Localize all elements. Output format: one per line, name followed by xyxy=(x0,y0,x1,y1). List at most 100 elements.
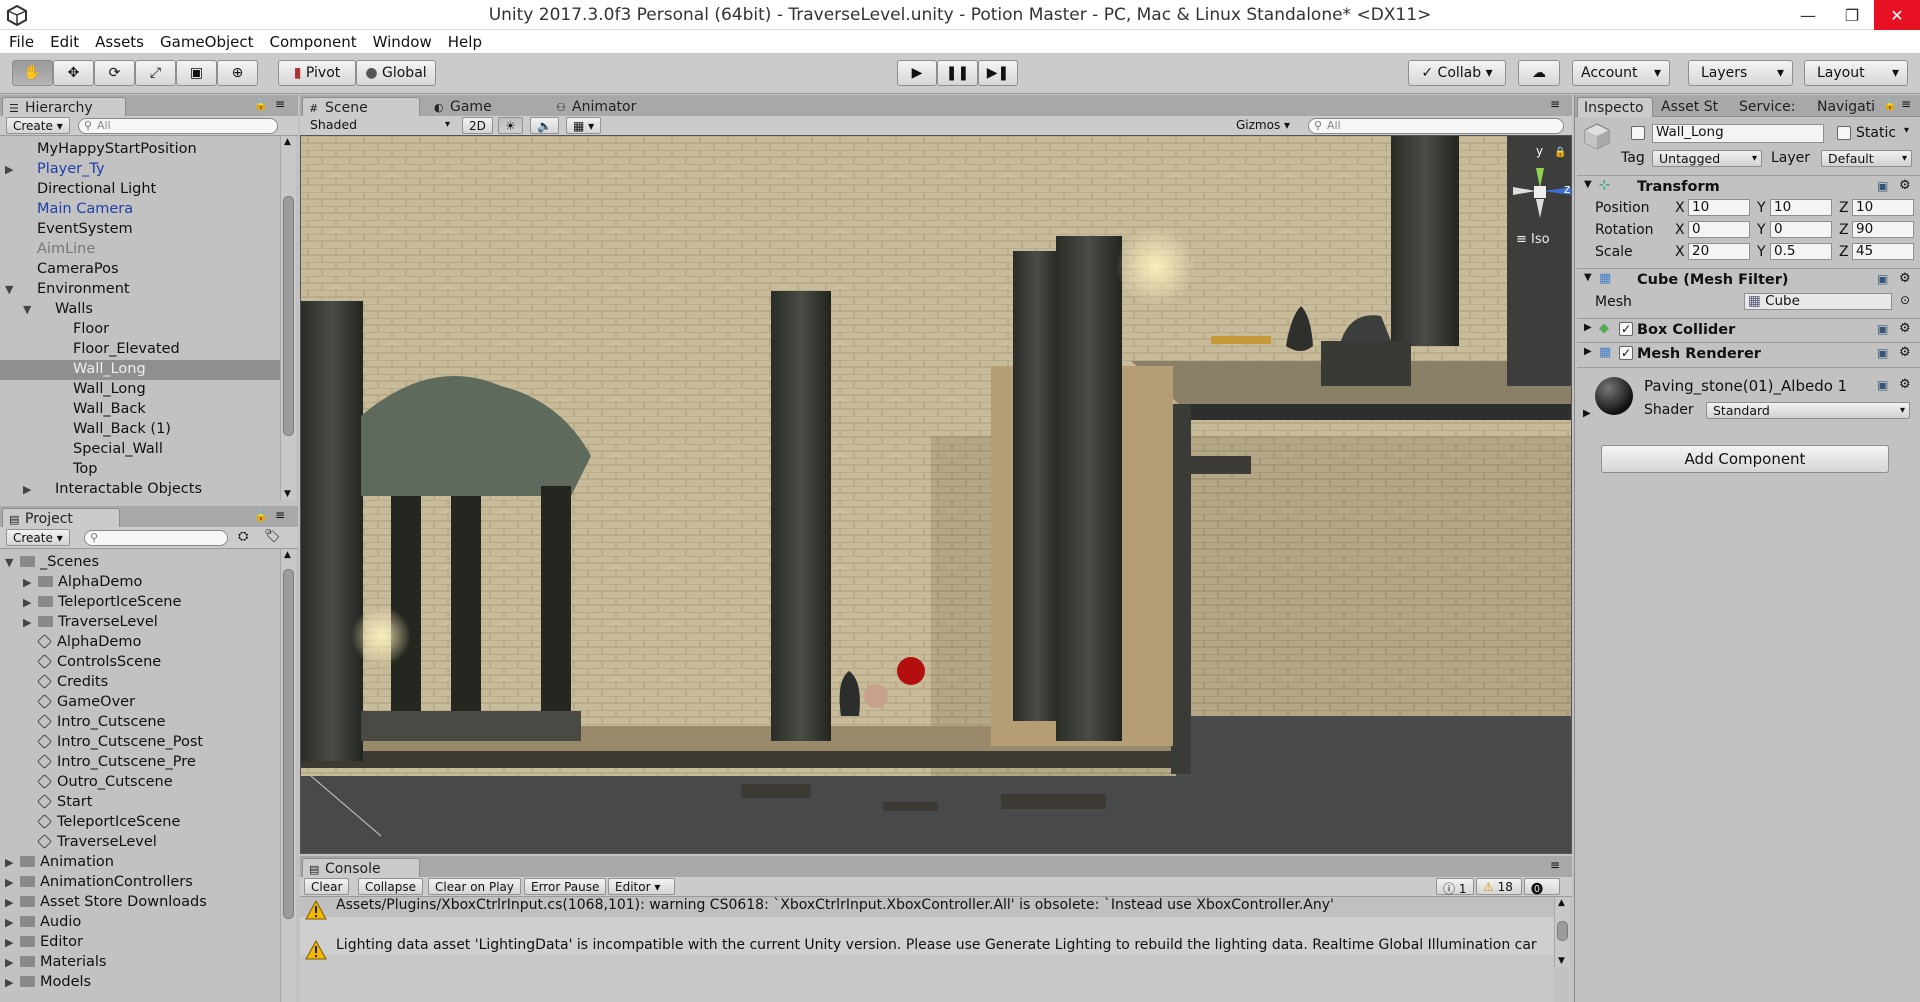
box-collider-enabled-checkbox[interactable]: ✓ xyxy=(1619,322,1633,336)
settings-gear-icon[interactable]: ⚙ xyxy=(1899,321,1911,336)
expand-arrow-icon[interactable]: ▶ xyxy=(5,876,13,889)
iso-label[interactable]: ≡ Iso xyxy=(1516,232,1550,247)
expand-arrow-icon[interactable]: ▶ xyxy=(5,956,13,969)
project-item[interactable]: ▶ Asset Store Downloads xyxy=(0,893,280,913)
project-lock-icon[interactable]: 🔒 xyxy=(254,509,268,522)
expand-arrow-icon[interactable]: ▶ xyxy=(5,896,13,909)
pause-button[interactable]: ❚❚ xyxy=(937,60,978,86)
expand-arrow-icon[interactable]: ▶ xyxy=(5,856,13,869)
hierarchy-create-button[interactable]: Create ▾ xyxy=(6,117,70,134)
console-scroll-down-icon[interactable]: ▼ xyxy=(1558,956,1565,966)
lock-icon[interactable]: 🔒 xyxy=(254,98,268,111)
scene-panel-menu-icon[interactable]: ≡ xyxy=(1550,97,1560,111)
console-collapse-button[interactable]: Collapse xyxy=(358,878,423,895)
scale-x-field[interactable]: 20 xyxy=(1688,243,1750,260)
tab-animator[interactable]: ⚇ Animator xyxy=(550,97,660,117)
collab-dropdown[interactable]: ✓ Collab ▾ xyxy=(1408,60,1506,86)
expand-arrow-icon[interactable]: ▶ xyxy=(5,976,13,989)
rotation-y-field[interactable]: 0 xyxy=(1770,221,1832,238)
scale-tool-button[interactable]: ⤢ xyxy=(135,60,176,86)
project-item[interactable]: ▶ Animation xyxy=(0,853,280,873)
hierarchy-item[interactable]: Main Camera xyxy=(0,200,280,220)
help-icon[interactable]: ▣ xyxy=(1877,272,1888,286)
audio-toggle[interactable]: 🔈 xyxy=(530,117,559,134)
project-item[interactable]: ControlsScene xyxy=(0,653,280,673)
project-item[interactable]: ▶ TraverseLevel xyxy=(0,613,280,633)
project-item[interactable]: ▶ TeleportIceScene xyxy=(0,593,280,613)
hierarchy-item[interactable]: CameraPos xyxy=(0,260,280,280)
material-expand-arrow-icon[interactable]: ▶ xyxy=(1583,408,1591,419)
scale-z-field[interactable]: 45 xyxy=(1852,243,1914,260)
project-scroll-up-icon[interactable]: ▲ xyxy=(284,550,291,560)
orientation-gizmo-icon[interactable] xyxy=(1509,146,1572,236)
box-collider-header[interactable]: ▶ ◆ ✓ Box Collider ▣ ⚙ xyxy=(1577,318,1920,340)
settings-gear-icon[interactable]: ⚙ xyxy=(1899,345,1911,360)
static-checkbox[interactable] xyxy=(1837,126,1851,140)
shading-dropdown[interactable]: Shaded xyxy=(304,117,454,134)
mode-2d-button[interactable]: 2D xyxy=(462,117,493,134)
move-tool-button[interactable]: ✥ xyxy=(53,60,94,86)
tag-dropdown[interactable]: Untagged xyxy=(1652,150,1762,167)
cloud-button[interactable]: ☁ xyxy=(1518,60,1560,86)
menu-gameobject[interactable]: GameObject xyxy=(151,30,261,54)
hierarchy-item[interactable]: ▼ Environment xyxy=(0,280,280,300)
console-scrollbar[interactable]: ▲ ▼ xyxy=(1554,897,1570,967)
position-y-field[interactable]: 10 xyxy=(1770,199,1832,216)
expand-arrow-icon[interactable]: ▶ xyxy=(23,596,31,609)
project-item[interactable]: Start xyxy=(0,793,280,813)
console-scroll-up-icon[interactable]: ▲ xyxy=(1558,898,1565,908)
scroll-up-icon[interactable]: ▲ xyxy=(284,137,291,147)
account-dropdown[interactable]: Account ▾ xyxy=(1572,60,1670,86)
tab-inspector[interactable]: Inspecto xyxy=(1577,97,1653,117)
hand-tool-button[interactable]: ✋ xyxy=(12,60,53,86)
object-picker-icon[interactable]: ⊙ xyxy=(1900,293,1910,307)
help-icon[interactable]: ▣ xyxy=(1877,179,1888,193)
hierarchy-item[interactable]: ▶ Interactable Objects xyxy=(0,480,280,500)
global-button[interactable]: ● Global xyxy=(356,60,436,86)
transform-tool-button[interactable]: ⊕ xyxy=(217,60,258,86)
tab-game[interactable]: ◐ Game xyxy=(428,97,518,117)
hierarchy-item[interactable]: Wall_Long xyxy=(0,380,280,400)
rect-tool-button[interactable]: ▣ xyxy=(176,60,217,86)
console-scroll-thumb[interactable] xyxy=(1557,921,1568,941)
help-icon[interactable]: ▣ xyxy=(1877,346,1888,360)
project-item[interactable]: Intro_Cutscene xyxy=(0,713,280,733)
static-caret-icon[interactable]: ▾ xyxy=(1904,125,1909,136)
step-button[interactable]: ▶❚ xyxy=(978,60,1018,86)
transform-header[interactable]: ▼ ⊹ Transform ▣ ⚙ xyxy=(1577,175,1920,197)
mesh-filter-header[interactable]: ▼ ▦ Cube (Mesh Filter) ▣ ⚙ xyxy=(1577,268,1920,290)
collapse-arrow-icon[interactable]: ▼ xyxy=(5,283,13,296)
inspector-lock-icon[interactable]: 🔒 xyxy=(1883,98,1897,111)
play-button[interactable]: ▶ xyxy=(897,60,937,86)
project-item[interactable]: AlphaDemo xyxy=(0,633,280,653)
hierarchy-scroll-thumb[interactable] xyxy=(283,196,294,436)
gizmos-dropdown[interactable]: Gizmos ▾ xyxy=(1230,117,1296,134)
hierarchy-item[interactable]: Floor_Elevated xyxy=(0,340,280,360)
project-item[interactable]: ▶ Materials xyxy=(0,953,280,973)
position-z-field[interactable]: 10 xyxy=(1852,199,1914,216)
add-component-button[interactable]: Add Component xyxy=(1601,445,1889,473)
console-error-toggle[interactable]: ⓿ 0 xyxy=(1524,878,1560,911)
mesh-renderer-header[interactable]: ▶ ▦ ✓ Mesh Renderer ▣ ⚙ xyxy=(1577,342,1920,364)
project-item[interactable]: Outro_Cutscene xyxy=(0,773,280,793)
console-editor-dropdown[interactable]: Editor ▾ xyxy=(608,878,676,895)
pivot-button[interactable]: ▮ Pivot xyxy=(278,60,356,86)
menu-window[interactable]: Window xyxy=(364,30,439,54)
settings-gear-icon[interactable]: ⚙ xyxy=(1899,178,1911,193)
mesh-field[interactable]: ▦ Cube xyxy=(1744,293,1892,310)
console-panel-menu-icon[interactable]: ≡ xyxy=(1550,858,1560,872)
project-item[interactable]: ▶ AlphaDemo xyxy=(0,573,280,593)
project-item[interactable]: ▶ Audio xyxy=(0,913,280,933)
hierarchy-item[interactable]: MyHappyStartPosition xyxy=(0,140,280,160)
minimize-button[interactable]: — xyxy=(1786,0,1830,30)
hierarchy-item[interactable]: Wall_Back (1) xyxy=(0,420,280,440)
expand-arrow-icon[interactable]: ▶ xyxy=(5,163,13,176)
project-search-input[interactable]: ⚲ xyxy=(84,530,228,546)
expand-arrow-icon[interactable]: ▶ xyxy=(5,936,13,949)
project-item[interactable]: ▶ Editor xyxy=(0,933,280,953)
hierarchy-item[interactable]: ▶ Player_Ty xyxy=(0,160,280,180)
menu-edit[interactable]: Edit xyxy=(41,30,86,54)
menu-component[interactable]: Component xyxy=(261,30,364,54)
hierarchy-item[interactable]: Directional Light xyxy=(0,180,280,200)
project-scrollbar[interactable]: ▲ xyxy=(280,549,296,1002)
